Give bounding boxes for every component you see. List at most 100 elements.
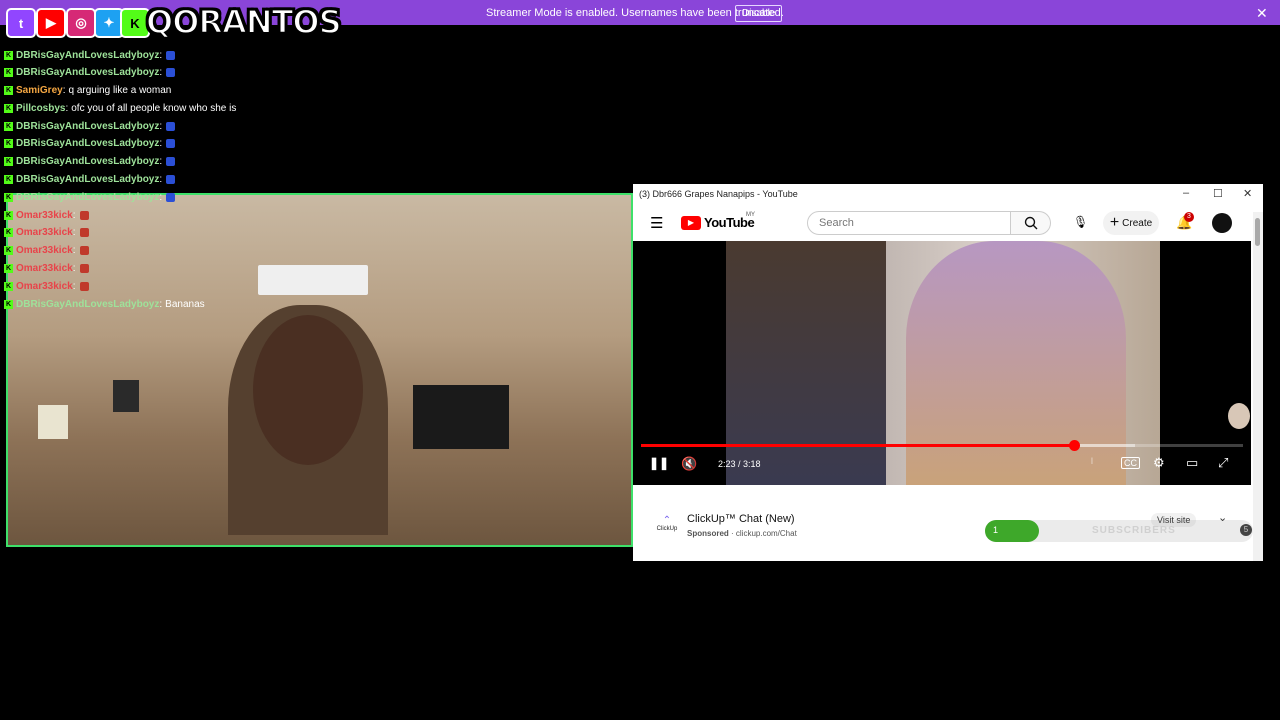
kick-badge-icon: K: [4, 51, 13, 60]
chat-message: K Omar33kick :: [4, 242, 91, 259]
chat-separator: :: [159, 299, 163, 310]
search-button[interactable]: [1011, 211, 1051, 235]
chat-separator: :: [72, 227, 76, 238]
chat-message: K DBRisGayAndLovesLadyboyz :: [4, 64, 177, 81]
ad-title[interactable]: ClickUp™ Chat (New): [687, 513, 795, 525]
chat-text: q arguing like a woman: [68, 85, 172, 96]
progress-track[interactable]: [641, 440, 1243, 451]
chat-username[interactable]: DBRisGayAndLovesLadyboyz: [16, 174, 159, 185]
chat-separator: :: [72, 281, 76, 292]
chat-emote-icon: [166, 139, 176, 148]
wall-panel: [113, 380, 139, 412]
chat-text: ofc you of all people know who she is: [71, 103, 237, 114]
chat-message: K DBRisGayAndLovesLadyboyz :: [4, 153, 177, 170]
chat-username[interactable]: DBRisGayAndLovesLadyboyz: [16, 138, 159, 149]
pause-icon[interactable]: ❚❚: [649, 456, 669, 470]
chat-emote-icon: [79, 211, 89, 220]
chat-separator: :: [159, 50, 163, 61]
chat-username[interactable]: Omar33kick: [16, 281, 73, 292]
chat-text: Bananas: [165, 299, 205, 310]
chat-username[interactable]: DBRisGayAndLovesLadyboyz: [16, 192, 159, 203]
fullscreen-icon[interactable]: ⤢: [1218, 455, 1228, 471]
chat-separator: :: [159, 174, 163, 185]
chat-username[interactable]: Omar33kick: [16, 210, 73, 221]
create-button[interactable]: + Create: [1103, 211, 1159, 235]
instagram-icon: ◎: [66, 8, 96, 38]
scrollbar[interactable]: [1253, 212, 1263, 561]
clickup-logo: ⌃ ClickUp: [655, 515, 679, 539]
minimize-icon[interactable]: –: [1183, 187, 1189, 199]
subscriber-count: 1: [993, 525, 999, 535]
close-window-icon[interactable]: ✕: [1243, 187, 1252, 200]
disable-streamer-mode-button[interactable]: Disable: [735, 5, 783, 22]
kick-badge-icon: K: [4, 193, 13, 202]
mute-icon[interactable]: 🔇: [681, 456, 697, 472]
chat-username[interactable]: DBRisGayAndLovesLadyboyz: [16, 156, 159, 167]
wall-tv: [413, 385, 509, 449]
chat-username[interactable]: SamiGrey: [16, 85, 63, 96]
chat-username[interactable]: DBRisGayAndLovesLadyboyz: [16, 121, 159, 132]
chat-username[interactable]: DBRisGayAndLovesLadyboyz: [16, 50, 159, 61]
chat-username[interactable]: DBRisGayAndLovesLadyboyz: [16, 67, 159, 78]
kick-badge-icon: K: [4, 139, 13, 148]
chat-message: K DBRisGayAndLovesLadyboyz : Bananas: [4, 296, 205, 313]
webcam-feed: [6, 193, 633, 547]
streamer-name: QORANTOS: [145, 2, 343, 42]
kick-badge-icon: K: [4, 300, 13, 309]
window-titlebar: (3) Dbr666 Grapes Nanapips - YouTube – ☐…: [633, 184, 1263, 204]
channel-watermark[interactable]: [1228, 403, 1250, 429]
microphone-icon[interactable]: 🎙: [1073, 215, 1088, 229]
chat-message: K DBRisGayAndLovesLadyboyz :: [4, 189, 177, 206]
chat-username[interactable]: Omar33kick: [16, 245, 73, 256]
chat-message: K Omar33kick :: [4, 207, 91, 224]
youtube-window: (3) Dbr666 Grapes Nanapips - YouTube – ☐…: [633, 184, 1263, 561]
video-person-right: [906, 241, 1126, 485]
close-icon[interactable]: ✕: [1256, 5, 1268, 22]
kick-badge-icon: K: [4, 104, 13, 113]
search-icon: [1024, 216, 1037, 230]
avatar[interactable]: [1212, 213, 1232, 233]
search-input[interactable]: Search: [807, 211, 1011, 235]
chat-emote-icon: [166, 175, 176, 184]
video-frame: [726, 241, 1160, 485]
channel-logo: t ▶ ◎ ✦ K QORANTOS: [0, 0, 343, 48]
theater-mode-icon[interactable]: ▭: [1186, 455, 1198, 471]
kick-badge-icon: K: [4, 86, 13, 95]
chat-separator: :: [72, 210, 76, 221]
youtube-logo-icon[interactable]: ▶: [681, 216, 701, 230]
kick-badge-icon: K: [4, 282, 13, 291]
captions-icon[interactable]: CC: [1121, 457, 1140, 469]
maximize-icon[interactable]: ☐: [1213, 187, 1223, 200]
scrollbar-thumb[interactable]: [1255, 218, 1260, 246]
time-display: 2:23 / 3:18: [718, 459, 761, 469]
kick-badge-icon: K: [4, 211, 13, 220]
chat-separator: :: [65, 103, 69, 114]
ad-meta: Sponsored · clickup.com/Chat: [687, 529, 797, 538]
chat-separator: :: [159, 192, 163, 203]
chat-separator: :: [159, 156, 163, 167]
chat-emote-icon: [166, 157, 176, 166]
chat-separator: :: [159, 67, 163, 78]
create-label: Create: [1122, 217, 1153, 229]
youtube-icon: ▶: [36, 8, 66, 38]
ad-domain: clickup.com/Chat: [735, 529, 797, 538]
kick-badge-icon: K: [4, 68, 13, 77]
chat-username[interactable]: DBRisGayAndLovesLadyboyz: [16, 299, 159, 310]
chat-username[interactable]: Pillcosbys: [16, 103, 65, 114]
autoplay-toggle-icon[interactable]: ⏽: [1088, 456, 1096, 467]
chat-emote-icon: [79, 246, 89, 255]
chat-emote-icon: [79, 264, 89, 273]
wall-sign: [38, 405, 68, 439]
chat-emote-icon: [166, 122, 176, 131]
chat-message: K Omar33kick :: [4, 224, 91, 241]
kick-badge-icon: K: [4, 228, 13, 237]
chat-emote-icon: [166, 68, 176, 77]
chat-emote-icon: [79, 228, 89, 237]
air-conditioner: [258, 265, 368, 295]
video-player[interactable]: ❚❚ 🔇 2:23 / 3:18 ⏽ CC ⚙ ▭ ⤢: [633, 241, 1251, 485]
menu-icon[interactable]: ☰: [650, 214, 663, 232]
chat-emote-icon: [166, 51, 176, 60]
settings-gear-icon[interactable]: ⚙: [1153, 455, 1165, 471]
chat-username[interactable]: Omar33kick: [16, 227, 73, 238]
chat-username[interactable]: Omar33kick: [16, 263, 73, 274]
